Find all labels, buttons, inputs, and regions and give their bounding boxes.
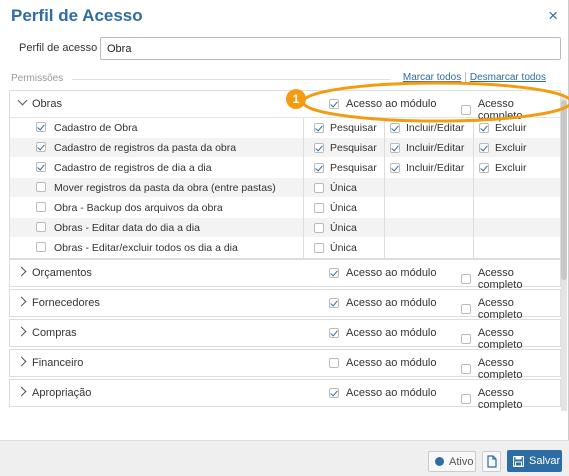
callout-ellipse <box>301 81 569 123</box>
access-profile-modal: Perfil de Acesso × Perfil de acesso * Pe… <box>0 0 569 476</box>
callout-badge: 1 <box>286 89 306 109</box>
